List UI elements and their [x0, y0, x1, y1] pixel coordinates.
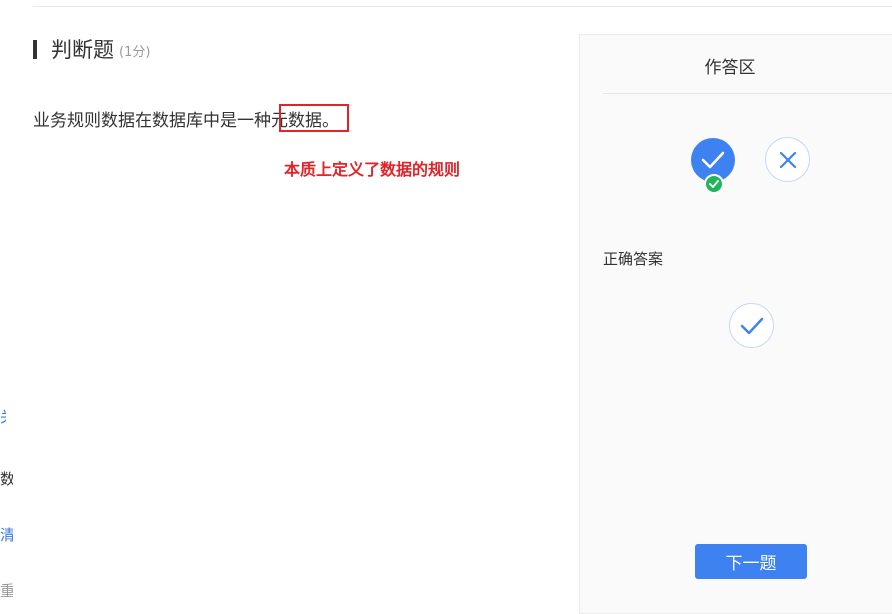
answer-panel-title: 作答区 — [704, 58, 756, 78]
question-header: 判断题 (1分) — [33, 36, 150, 62]
top-divider — [33, 6, 892, 7]
answer-panel: 作答区 正确答案 下一题 — [579, 34, 892, 614]
check-icon — [740, 317, 763, 334]
correct-answer-label: 正确答案 — [603, 250, 664, 268]
sidebar-item-2[interactable]: 数据 — [0, 468, 13, 489]
close-icon — [779, 151, 796, 168]
sidebar-item-4[interactable]: 重复 — [0, 580, 13, 601]
sidebar-item-3[interactable]: 清单 — [0, 524, 13, 545]
panel-divider — [603, 93, 892, 94]
highlight-box — [279, 104, 349, 132]
question-type-title: 判断题 — [51, 38, 114, 62]
check-icon — [701, 151, 725, 169]
annotation-note: 本质上定义了数据的规则 — [284, 160, 461, 179]
section-marker — [33, 39, 37, 59]
correct-answer-indicator — [729, 303, 774, 348]
option-false-button[interactable] — [765, 137, 810, 182]
selected-badge-icon — [704, 174, 724, 194]
question-score: (1分) — [119, 45, 151, 60]
sidebar-item-1[interactable]: 关系 — [0, 406, 6, 427]
next-question-button[interactable]: 下一题 — [695, 544, 807, 579]
